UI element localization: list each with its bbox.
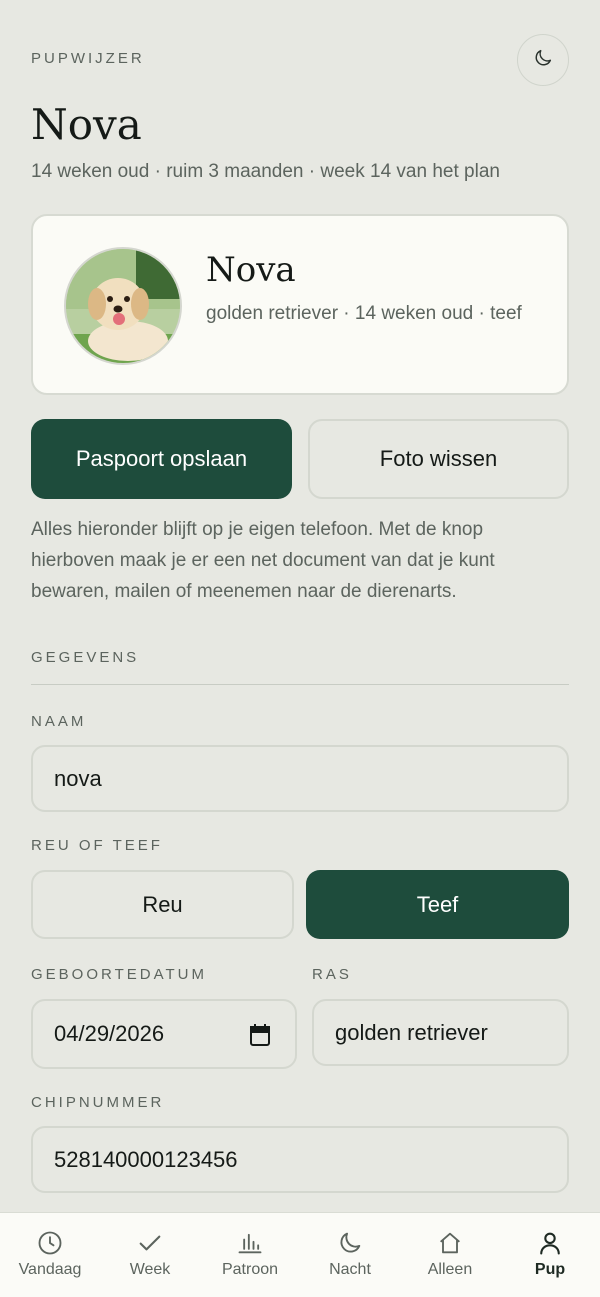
name-input[interactable]: nova <box>31 745 569 812</box>
tab-vandaag[interactable]: Vandaag <box>0 1213 100 1297</box>
user-icon <box>536 1229 564 1257</box>
clock-icon <box>36 1229 64 1257</box>
theme-toggle-button[interactable] <box>517 34 569 86</box>
tab-label-patroon: Patroon <box>221 1261 279 1278</box>
tab-nacht[interactable]: Nacht <box>300 1213 400 1297</box>
app-label: PUPWIJZER <box>31 50 145 67</box>
home-icon <box>436 1229 464 1257</box>
page-title: Nova <box>31 100 142 149</box>
tab-alleen[interactable]: Alleen <box>400 1213 500 1297</box>
sex-option-female[interactable]: Teef <box>306 870 569 939</box>
sex-option-male[interactable]: Reu <box>31 870 294 939</box>
bar-chart-icon <box>236 1229 264 1257</box>
section-label-details: GEGEVENS <box>31 649 140 666</box>
tab-label-alleen: Alleen <box>427 1261 473 1278</box>
birthdate-input[interactable]: 04/29/2026 <box>31 999 297 1069</box>
sex-label: REU OF TEEF <box>31 837 163 854</box>
tab-label-pup: Pup <box>534 1261 566 1278</box>
tab-label-week: Week <box>129 1261 171 1278</box>
avatar[interactable] <box>64 247 182 365</box>
page-subtitle: 14 weken oud · ruim 3 maanden · week 14 … <box>31 161 500 182</box>
bottom-tab-bar: Vandaag Week Patroon Nacht Alleen Pup <box>0 1212 600 1297</box>
info-text: Alles hieronder blijft op je eigen telef… <box>31 519 495 602</box>
save-passport-button[interactable]: Paspoort opslaan <box>31 419 292 499</box>
tab-label-nacht: Nacht <box>329 1261 371 1278</box>
chip-label: CHIPNUMMER <box>31 1094 165 1111</box>
card-dog-details: golden retriever · 14 weken oud · teef <box>206 303 522 324</box>
tab-label-vandaag: Vandaag <box>18 1261 82 1278</box>
breed-label: RAS <box>312 966 352 983</box>
birthdate-label: GEBOORTEDATUM <box>31 966 207 983</box>
tab-patroon[interactable]: Patroon <box>200 1213 300 1297</box>
check-icon <box>136 1229 164 1257</box>
clear-photo-button[interactable]: Foto wissen <box>308 419 569 499</box>
chip-input[interactable]: 528140000123456 <box>31 1126 569 1193</box>
moon-icon <box>336 1229 364 1257</box>
tab-pup[interactable]: Pup <box>500 1213 600 1297</box>
moon-icon <box>532 47 554 74</box>
tab-week[interactable]: Week <box>100 1213 200 1297</box>
breed-input[interactable]: golden retriever <box>312 999 569 1066</box>
profile-card: Nova golden retriever · 14 weken oud · t… <box>31 214 569 395</box>
birthdate-value: 04/29/2026 <box>54 1021 165 1046</box>
name-label: NAAM <box>31 713 87 730</box>
card-dog-name: Nova <box>206 250 296 290</box>
divider <box>31 684 569 685</box>
calendar-icon[interactable] <box>249 1023 271 1053</box>
